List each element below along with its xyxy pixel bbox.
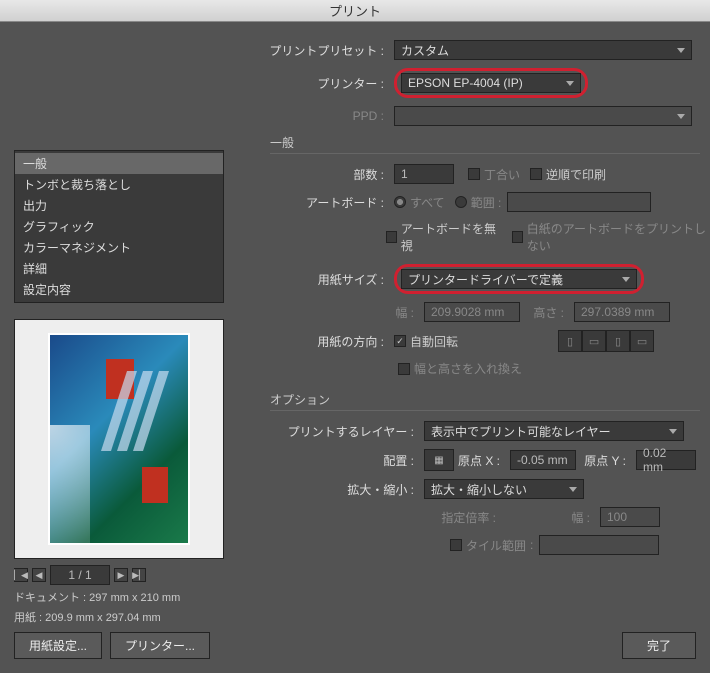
first-page-button[interactable]: ▏◀	[14, 568, 28, 582]
preset-row: プリントプリセット : カスタム	[0, 40, 710, 60]
preview-canvas	[14, 319, 224, 559]
preset-label: プリントプリセット :	[0, 42, 394, 59]
printer-row: プリンター : EPSON EP-4004 (IP)	[0, 68, 710, 98]
last-page-button[interactable]: ▶▏	[132, 568, 146, 582]
ppd-label: PPD :	[0, 109, 394, 123]
papersize-highlight: プリンタードライバーで定義	[394, 264, 644, 294]
page-setup-button[interactable]: 用紙設定...	[14, 632, 102, 659]
printer-highlight: EPSON EP-4004 (IP)	[394, 68, 588, 98]
options-section-title: オプション	[270, 391, 700, 411]
copies-input[interactable]: 1	[394, 164, 454, 184]
placement-label: 配置 :	[270, 452, 424, 469]
scale-select[interactable]: 拡大・縮小しない	[424, 479, 584, 499]
window-title: プリント	[329, 1, 381, 20]
width-input: 209.9028 mm	[424, 302, 520, 322]
ignore-artboard-checkbox[interactable]: アートボードを無視	[386, 220, 497, 254]
scale-width-input: 100	[600, 507, 660, 527]
preset-select[interactable]: カスタム	[394, 40, 692, 60]
copies-label: 部数 :	[270, 166, 394, 183]
height-input: 297.0389 mm	[574, 302, 670, 322]
papersize-select[interactable]: プリンタードライバーで定義	[401, 269, 637, 289]
placement-grid-icon[interactable]: ▦	[424, 449, 454, 471]
landscape-right-icon[interactable]: ▭	[630, 330, 654, 352]
scale-label: 拡大・縮小 :	[270, 481, 424, 498]
general-section-title: 一般	[270, 134, 700, 154]
range-input	[507, 192, 651, 212]
landscape-left-icon[interactable]: ▭	[582, 330, 606, 352]
prev-page-button[interactable]: ◀	[32, 568, 46, 582]
reverse-checkbox[interactable]: 逆順で印刷	[530, 166, 606, 183]
tile-checkbox: タイル範囲 :	[450, 537, 533, 554]
category-list[interactable]: 一般 トンボと裁ち落とし 出力 グラフィック カラーマネジメント 詳細 設定内容	[14, 150, 224, 303]
list-item-graphics[interactable]: グラフィック	[15, 216, 223, 237]
collate-checkbox: 丁合い	[468, 166, 520, 183]
printer-label: プリンター :	[0, 75, 394, 92]
blank-artboard-checkbox: 白紙のアートボードをプリントしない	[512, 220, 710, 254]
layers-select[interactable]: 表示中でプリント可能なレイヤー	[424, 421, 684, 441]
autorotate-checkbox[interactable]: ✓自動回転	[394, 333, 458, 350]
list-item-summary[interactable]: 設定内容	[15, 279, 223, 300]
printer-button[interactable]: プリンター...	[110, 632, 210, 659]
papersize-label: 用紙サイズ :	[270, 271, 394, 288]
originx-label: 原点 X :	[454, 452, 510, 469]
orientation-label: 用紙の方向 :	[270, 333, 394, 350]
portrait-up-icon[interactable]: ▯	[558, 330, 582, 352]
printer-select[interactable]: EPSON EP-4004 (IP)	[401, 73, 581, 93]
ratio-label: 指定倍率 :	[270, 509, 506, 526]
range-radio[interactable]	[455, 196, 467, 208]
list-item-color[interactable]: カラーマネジメント	[15, 237, 223, 258]
layers-label: プリントするレイヤー :	[270, 423, 424, 440]
paper-info: 用紙 : 209.9 mm x 297.04 mm	[14, 609, 224, 625]
height-label: 高さ :	[520, 304, 574, 321]
list-item-general[interactable]: 一般	[15, 153, 223, 174]
preview-artwork	[48, 333, 190, 545]
list-item-advanced[interactable]: 詳細	[15, 258, 223, 279]
originx-input[interactable]: -0.05 mm	[510, 450, 576, 470]
next-page-button[interactable]: ▶	[114, 568, 128, 582]
preview-nav: ▏◀ ◀ 1 / 1 ▶ ▶▏	[14, 565, 224, 585]
list-item-marks[interactable]: トンボと裁ち落とし	[15, 174, 223, 195]
doc-info: ドキュメント : 297 mm x 210 mm	[14, 589, 224, 605]
done-button[interactable]: 完了	[622, 632, 696, 659]
ppd-row: PPD :	[0, 106, 710, 126]
artboard-label: アートボード :	[270, 194, 394, 211]
width-label: 幅 :	[270, 304, 424, 321]
originy-label: 原点 Y :	[576, 452, 636, 469]
range-radio-label: 範囲 :	[471, 194, 502, 211]
scale-width-label: 幅 :	[566, 509, 600, 526]
all-radio-label: すべて	[410, 194, 445, 211]
tile-input	[539, 535, 659, 555]
originy-input[interactable]: 0.02 mm	[636, 450, 696, 470]
list-item-output[interactable]: 出力	[15, 195, 223, 216]
all-radio[interactable]	[394, 196, 406, 208]
ppd-select	[394, 106, 692, 126]
swap-checkbox: 幅と高さを入れ換え	[398, 360, 522, 377]
window-titlebar: プリント	[0, 0, 710, 22]
portrait-down-icon[interactable]: ▯	[606, 330, 630, 352]
page-indicator: 1 / 1	[50, 565, 110, 585]
